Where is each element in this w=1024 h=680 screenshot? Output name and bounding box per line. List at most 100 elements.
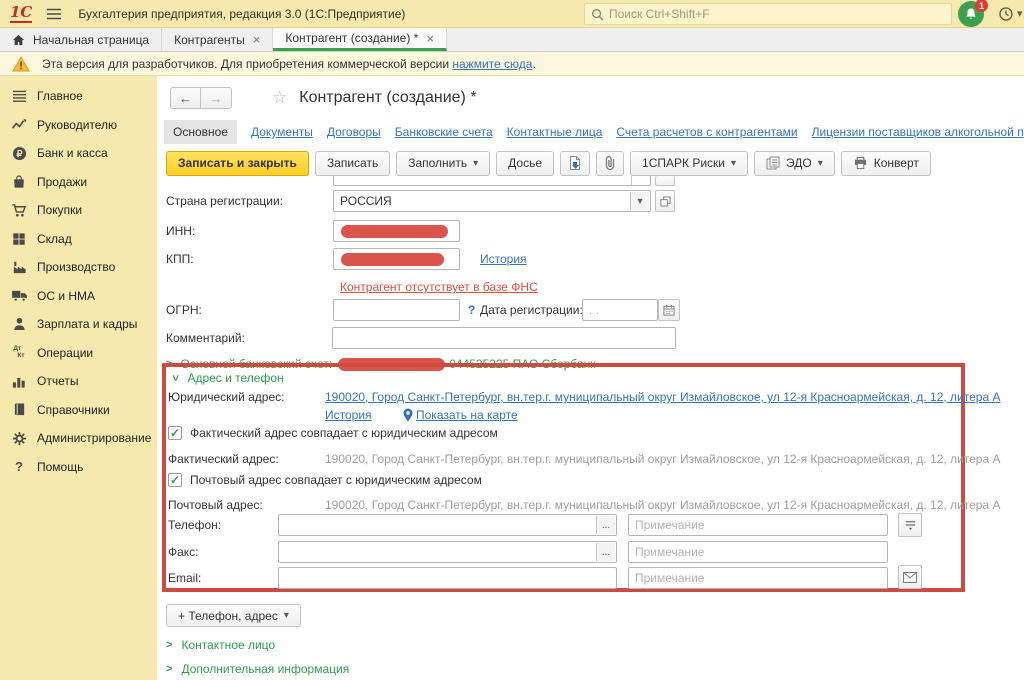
title-bar: 1С Бухгалтерия предприятия, редакция 3.0… (0, 0, 1024, 28)
save-and-close-button[interactable]: Записать и закрыть (166, 151, 309, 176)
annotation-highlight-box: > Адрес и телефон Юридический адрес: 190… (162, 363, 965, 592)
partial-open-button[interactable] (655, 176, 675, 186)
fax-ellipsis-button[interactable]: ... (596, 543, 615, 561)
show-on-map-link[interactable]: Показать на карте (416, 408, 518, 422)
post-address-checkbox-row: ✓ Почтовый адрес совпадает с юридическим… (168, 473, 482, 487)
factory-icon (10, 260, 28, 274)
notifications-button[interactable]: 1 (958, 1, 985, 28)
legal-address-link[interactable]: 190020, Город Санкт-Петербург, вн.тер.г.… (325, 390, 1001, 404)
ogrn-help-icon[interactable]: ? (468, 303, 475, 317)
sidebar-item-operacii[interactable]: ДтКт Операции (0, 339, 157, 368)
calendar-button[interactable] (658, 299, 680, 321)
load-file-button[interactable] (560, 151, 590, 176)
envelope-print-button[interactable]: Конверт (841, 151, 931, 176)
address-phone-section-header[interactable]: > Адрес и телефон (172, 371, 284, 385)
extra-info-section[interactable]: > Дополнительная информация (166, 662, 349, 676)
fax-note-input[interactable] (628, 541, 888, 563)
email-label: Email: (168, 571, 201, 585)
titlebar-menu-caret-icon[interactable]: ▾ (1017, 7, 1023, 20)
form-nav-tabs: Основное Документы Договоры Банковские с… (164, 120, 1024, 144)
sidebar-item-proizvodstvo[interactable]: Производство (0, 253, 157, 282)
cart-icon (10, 203, 28, 218)
caret-down-icon: ▾ (731, 158, 736, 169)
printer-icon (853, 156, 868, 170)
sidebar-item-glavnoe[interactable]: Главное (0, 82, 157, 111)
save-button[interactable]: Записать (315, 151, 390, 176)
sidebar-item-pomosch[interactable]: ? Помощь (0, 453, 157, 482)
reg-date-input[interactable] (582, 299, 658, 321)
form-tab-bank-accounts[interactable]: Банковские счета (395, 125, 493, 139)
sidebar-item-zarplata-kadry[interactable]: Зарплата и кадры (0, 310, 157, 339)
app-title: Бухгалтерия предприятия, редакция 3.0 (1… (78, 7, 405, 21)
tab-close-icon[interactable]: × (253, 32, 261, 47)
contact-person-section[interactable]: > Контактное лицо (166, 638, 275, 652)
inn-field[interactable] (333, 220, 460, 242)
fax-input[interactable] (279, 545, 579, 559)
sidebar-item-sklad[interactable]: Склад (0, 225, 157, 254)
country-dropdown-caret-icon[interactable]: ▾ (630, 192, 649, 210)
sidebar-item-bank-kassa[interactable]: ₽ Банк и касса (0, 139, 157, 168)
edo-button[interactable]: ЭДО▾ (754, 151, 835, 176)
form-tab-dokumenty[interactable]: Документы (251, 125, 313, 139)
phone-ellipsis-button[interactable]: ... (596, 516, 615, 534)
sidebar-item-os-nma[interactable]: ОС и НМА (0, 282, 157, 311)
phone-actions-button[interactable] (898, 513, 922, 537)
form-toolbar: Записать и закрыть Записать Заполнить▾ Д… (166, 150, 937, 176)
fact-address-checkbox-row: ✓ Фактический адрес совпадает с юридичес… (168, 426, 498, 440)
email-note-input[interactable] (628, 567, 888, 589)
search-input[interactable] (609, 7, 945, 21)
partial-field-cutoff[interactable] (333, 176, 651, 186)
kpp-field[interactable] (333, 248, 460, 270)
ogrn-input[interactable] (333, 299, 460, 321)
fns-warning-link[interactable]: Контрагент отсутствует в базе ФНС (340, 280, 538, 294)
sidebar-item-administrirovanie[interactable]: Администрирование (0, 424, 157, 453)
post-address-label: Почтовый адрес: (168, 498, 263, 512)
email-input[interactable] (278, 567, 617, 589)
favorite-star-icon[interactable]: ☆ (272, 88, 287, 108)
sidebar-item-otchety[interactable]: Отчеты (0, 367, 157, 396)
sidebar-item-rukovoditelyu[interactable]: Руководителю (0, 111, 157, 140)
caret-down-icon: ▾ (473, 158, 478, 169)
main-menu-icon[interactable] (46, 7, 62, 21)
legal-address-history-link[interactable]: История (325, 408, 372, 422)
dossier-button[interactable]: Досье (496, 151, 554, 176)
add-phone-address-button[interactable]: + Телефон, адрес ▾ (166, 604, 301, 627)
tab-home[interactable]: Начальная страница (0, 28, 162, 51)
attachments-button[interactable] (596, 151, 624, 176)
warning-text: Эта версия для разработчиков. Для приобр… (42, 57, 449, 71)
fax-label: Факс: (168, 545, 199, 559)
tab-close-icon[interactable]: × (426, 31, 434, 46)
spark-risks-button[interactable]: 1СПАРК Риски▾ (630, 151, 748, 176)
search-icon (591, 8, 604, 21)
fill-button[interactable]: Заполнить▾ (396, 151, 490, 176)
form-tab-licenses[interactable]: Лицензии поставщиков алкогольной продукц… (812, 125, 1024, 139)
buy-version-link[interactable]: нажмите сюда (452, 57, 532, 71)
email-send-button[interactable] (898, 565, 922, 589)
country-field[interactable]: РОССИЯ ▾ (333, 190, 651, 212)
1c-logo-icon: 1С (10, 4, 32, 23)
global-search[interactable] (584, 3, 952, 25)
fax-field[interactable]: ... (278, 541, 617, 563)
sidebar-item-spravochniki[interactable]: Справочники (0, 396, 157, 425)
comment-input[interactable] (332, 327, 676, 349)
back-button[interactable]: ← (170, 87, 201, 109)
dev-version-warning: Эта версия для разработчиков. Для приобр… (0, 52, 1024, 76)
phone-input[interactable] (279, 518, 579, 532)
phone-field[interactable]: ... (278, 514, 617, 536)
country-open-button[interactable] (655, 190, 675, 212)
tab-kontragenty[interactable]: Контрагенты × (162, 28, 273, 51)
kpp-history-link[interactable]: История (480, 252, 527, 266)
fact-address-checkbox[interactable]: ✓ (168, 426, 182, 440)
ruble-icon: ₽ (10, 146, 28, 161)
history-icon[interactable] (998, 6, 1014, 25)
form-tab-contacts[interactable]: Контактные лица (507, 125, 603, 139)
form-tab-settlement-accounts[interactable]: Счета расчетов с контрагентами (616, 125, 797, 139)
form-tab-osnovnoe[interactable]: Основное (164, 120, 237, 144)
sidebar-item-prodazhi[interactable]: Продажи (0, 168, 157, 197)
phone-note-input[interactable] (628, 514, 888, 536)
forward-button[interactable]: → (201, 87, 232, 109)
post-address-checkbox[interactable]: ✓ (168, 473, 182, 487)
form-tab-dogovory[interactable]: Договоры (327, 125, 381, 139)
tab-kontragent-create[interactable]: Контрагент (создание) * × (273, 28, 447, 51)
sidebar-item-pokupki[interactable]: Покупки (0, 196, 157, 225)
